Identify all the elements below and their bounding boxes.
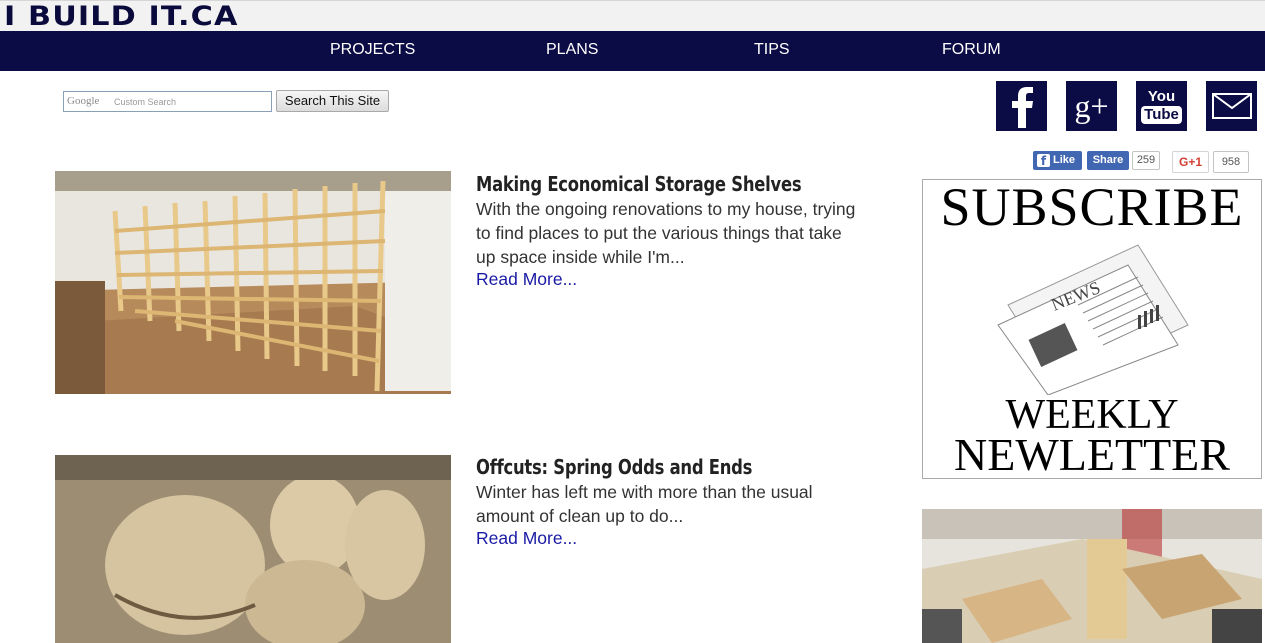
facebook-like-button[interactable]: f Like	[1033, 151, 1082, 170]
nav-item-forum[interactable]: FORUM	[942, 31, 1001, 69]
share-count: 259	[1132, 151, 1160, 170]
post-thumbnail-offcuts[interactable]	[55, 455, 451, 643]
post-title-link[interactable]: Offcuts: Spring Odds and Ends	[476, 455, 752, 479]
post-excerpt: With the ongoing renovations to my house…	[476, 199, 856, 267]
google-plus-count: 958	[1213, 151, 1249, 173]
subscribe-newsletter: NEWLETTER	[954, 429, 1230, 479]
search-button[interactable]: Search This Site	[276, 90, 389, 112]
google-plus-one-button[interactable]: G+1	[1172, 151, 1209, 173]
subscribe-newsletter-banner[interactable]: SUBSCRIBE NEWS WEEKLY NEWLETTER	[922, 179, 1262, 479]
nav-item-projects[interactable]: PROJECTS	[330, 31, 415, 69]
sidebar-photo-jig[interactable]	[922, 509, 1262, 643]
youtube-label-top: You	[1147, 87, 1176, 105]
facebook-like-label: Like	[1053, 154, 1076, 166]
site-logo[interactable]: I BUILD IT.CA	[4, 2, 238, 32]
read-more-link[interactable]: Read More...	[476, 269, 577, 290]
facebook-share-button[interactable]: Share	[1087, 151, 1129, 170]
facebook-small-icon: f	[1037, 154, 1050, 168]
read-more-link[interactable]: Read More...	[476, 528, 577, 549]
google-plus-label: g+	[1074, 88, 1109, 124]
main-nav: PROJECTS PLANS TIPS FORUM	[0, 31, 1265, 71]
top-bar: I BUILD IT.CA	[0, 0, 1265, 32]
google-brand-text: Google	[67, 95, 100, 107]
email-icon[interactable]	[1206, 81, 1257, 131]
search-placeholder: Custom Search	[114, 97, 177, 107]
google-plus-icon[interactable]: g+	[1066, 81, 1117, 131]
post-excerpt: Winter has left me with more than the us…	[476, 482, 813, 526]
nav-item-plans[interactable]: PLANS	[546, 31, 598, 69]
youtube-label-bottom: Tube	[1141, 105, 1182, 124]
subscribe-heading: SUBSCRIBE	[940, 179, 1244, 237]
search-input[interactable]: Google Custom Search	[63, 91, 272, 112]
nav-item-tips[interactable]: TIPS	[754, 31, 790, 69]
facebook-icon[interactable]	[996, 81, 1047, 131]
post-thumbnail-shelves[interactable]	[55, 171, 451, 394]
youtube-icon[interactable]: You Tube	[1136, 81, 1187, 131]
post-title-link[interactable]: Making Economical Storage Shelves	[476, 172, 802, 196]
newspaper-icon: NEWS	[997, 244, 1189, 395]
